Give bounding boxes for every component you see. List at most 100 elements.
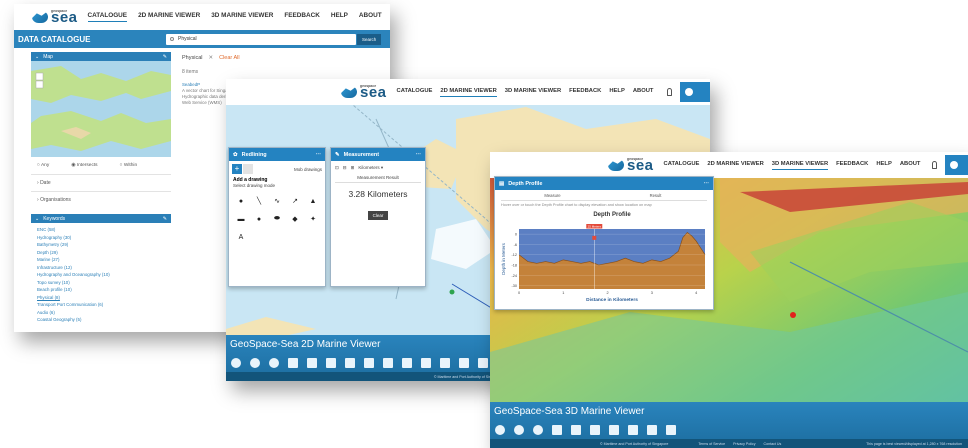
- list-icon[interactable]: [571, 425, 581, 435]
- clear-all-link[interactable]: Clear All: [219, 55, 239, 61]
- bell-icon[interactable]: [932, 161, 937, 169]
- measure-area-icon[interactable]: ⊞: [351, 165, 355, 171]
- footer-link[interactable]: Terms of Service: [698, 442, 725, 446]
- text-icon[interactable]: A: [235, 231, 247, 243]
- search-input[interactable]: Physical: [166, 33, 356, 45]
- nav-catalogue[interactable]: CATALOGUE: [664, 161, 700, 170]
- zoom-in-icon[interactable]: [495, 425, 505, 435]
- radio-within[interactable]: ○ Within: [120, 163, 138, 168]
- add-drawing-button[interactable]: +: [232, 164, 242, 174]
- nav-feedback[interactable]: FEEDBACK: [569, 88, 601, 97]
- keyword-item[interactable]: Hydrography (30): [37, 234, 165, 242]
- nav-2d-viewer[interactable]: 2D MARINE VIEWER: [707, 161, 763, 170]
- geospace-sea-logo[interactable]: geospace sea: [608, 157, 654, 173]
- panel-menu-icon[interactable]: ⋯: [704, 181, 710, 187]
- freehand-icon[interactable]: ∿: [271, 195, 283, 207]
- circle-icon[interactable]: ●: [253, 213, 265, 225]
- basemap-icon[interactable]: [345, 358, 355, 368]
- nav-help[interactable]: HELP: [331, 12, 348, 22]
- print-icon[interactable]: [364, 358, 374, 368]
- measure-line-icon[interactable]: ⊟: [343, 165, 347, 171]
- geospace-sea-logo[interactable]: geospace sea: [341, 84, 387, 100]
- keyword-item[interactable]: Physical (8): [37, 294, 165, 302]
- marker-point[interactable]: [592, 235, 597, 240]
- map-filter-header[interactable]: ⌄ Map ✎: [31, 52, 171, 61]
- keyword-item[interactable]: Coastal Geography (5): [37, 316, 165, 324]
- pin-icon[interactable]: ●: [235, 195, 247, 207]
- nav-3d-viewer[interactable]: 3D MARINE VIEWER: [211, 12, 273, 22]
- nav-help[interactable]: HELP: [609, 88, 624, 97]
- search-button[interactable]: Search: [357, 33, 382, 45]
- clear-button[interactable]: Clear: [367, 211, 389, 220]
- keyword-item[interactable]: Transport Port Communication (6): [37, 301, 165, 309]
- nav-feedback[interactable]: FEEDBACK: [836, 161, 868, 170]
- measure-point-icon[interactable]: ⊡: [335, 165, 339, 171]
- user-menu[interactable]: [944, 155, 968, 175]
- radio-any[interactable]: ○ Any: [37, 163, 49, 168]
- zoom-in-icon[interactable]: [231, 358, 241, 368]
- pencil-icon[interactable]: ✎: [163, 216, 167, 222]
- layers-icon[interactable]: [552, 425, 562, 435]
- footer-link[interactable]: Contact Us: [764, 442, 782, 446]
- nav-about[interactable]: ABOUT: [359, 12, 382, 22]
- eye-icon[interactable]: [478, 358, 488, 368]
- keyword-item[interactable]: ENC (58): [37, 226, 165, 234]
- date-filter[interactable]: › Date: [31, 174, 171, 191]
- rect-icon[interactable]: ▬: [235, 213, 247, 225]
- bell-icon[interactable]: [667, 88, 673, 96]
- grid-icon[interactable]: [326, 358, 336, 368]
- zoom-out-icon[interactable]: [250, 358, 260, 368]
- pencil-icon[interactable]: [647, 425, 657, 435]
- keyword-item[interactable]: Topo survey (10): [37, 279, 165, 287]
- keywords-filter-header[interactable]: ⌄ Keywords ✎: [31, 214, 171, 223]
- home-icon[interactable]: [533, 425, 543, 435]
- keyword-item[interactable]: Beach profile (10): [37, 286, 165, 294]
- chart-icon[interactable]: [402, 358, 412, 368]
- footer-link[interactable]: Privacy Policy: [733, 442, 755, 446]
- keyword-item[interactable]: Marine (27): [37, 256, 165, 264]
- depth-profile-chart[interactable]: Depth Profile0-6-12-18-24-300 1 2 3 4Distanc…: [497, 209, 711, 305]
- nav-2d-viewer[interactable]: 2D MARINE VIEWER: [138, 12, 200, 22]
- home-icon[interactable]: [269, 358, 279, 368]
- keyword-item[interactable]: Audio (6): [37, 309, 165, 317]
- polygon-icon[interactable]: ◆: [289, 213, 301, 225]
- user-menu[interactable]: [680, 82, 710, 102]
- nav-3d-viewer[interactable]: 3D MARINE VIEWER: [505, 88, 561, 97]
- unit-select[interactable]: Kilometers ▾: [358, 165, 383, 171]
- panel-menu-icon[interactable]: ⋯: [316, 152, 322, 158]
- triangle-icon[interactable]: ▲: [307, 195, 319, 207]
- nav-2d-viewer[interactable]: 2D MARINE VIEWER: [440, 88, 497, 97]
- nav-catalogue[interactable]: CATALOGUE: [87, 12, 128, 22]
- keyword-item[interactable]: Depth (29): [37, 249, 165, 257]
- radio-intersects[interactable]: ◉ Intersects: [71, 163, 97, 168]
- panel-menu-icon[interactable]: ⋯: [416, 152, 422, 158]
- nav-feedback[interactable]: FEEDBACK: [284, 12, 320, 22]
- ellipse-icon[interactable]: ⬬: [271, 213, 283, 225]
- grid-icon[interactable]: [590, 425, 600, 435]
- organisations-filter[interactable]: › Organisations: [31, 191, 171, 208]
- zoom-out-icon[interactable]: [514, 425, 524, 435]
- sun-icon[interactable]: [628, 425, 638, 435]
- arrow-icon[interactable]: ↗: [289, 195, 301, 207]
- drawing-list-button[interactable]: [243, 164, 253, 174]
- keyword-item[interactable]: Infrastructure (12): [37, 264, 165, 272]
- nav-3d-viewer[interactable]: 3D MARINE VIEWER: [771, 161, 829, 170]
- nav-about[interactable]: ABOUT: [900, 161, 921, 170]
- bookmark-icon[interactable]: [421, 358, 431, 368]
- keyword-item[interactable]: Hydrography and Oceanography (10): [37, 271, 165, 279]
- info-icon[interactable]: [440, 358, 450, 368]
- keyword-item[interactable]: Bathymetry (29): [37, 241, 165, 249]
- filter-map[interactable]: [31, 61, 171, 157]
- nav-catalogue[interactable]: CATALOGUE: [397, 88, 433, 97]
- nav-about[interactable]: ABOUT: [633, 88, 654, 97]
- my-drawings-toggle[interactable]: Mob drawings: [294, 167, 322, 172]
- settings-icon[interactable]: [459, 358, 469, 368]
- list-icon[interactable]: [307, 358, 317, 368]
- geospace-sea-logo[interactable]: geospace sea: [32, 9, 78, 25]
- basemap-icon[interactable]: [609, 425, 619, 435]
- globe-icon[interactable]: [666, 425, 676, 435]
- remove-filter-icon[interactable]: ✕: [208, 55, 213, 61]
- star-icon[interactable]: ✦: [307, 213, 319, 225]
- line-icon[interactable]: ╲: [253, 195, 265, 207]
- pencil-icon[interactable]: ✎: [163, 54, 167, 60]
